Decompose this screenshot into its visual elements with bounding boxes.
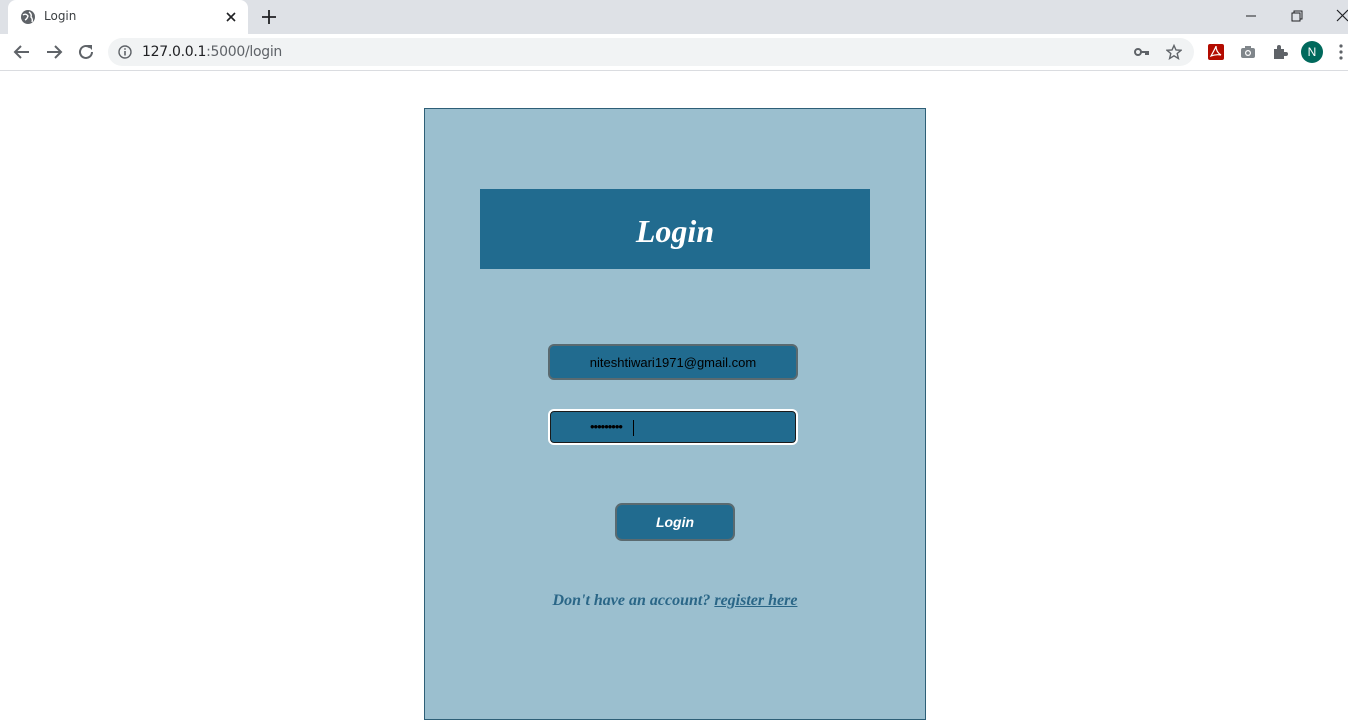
star-icon[interactable] (1166, 44, 1182, 60)
page-title: Login (635, 213, 715, 249)
key-icon[interactable] (1134, 45, 1150, 59)
email-field[interactable] (548, 344, 798, 380)
pdf-extension-icon[interactable] (1207, 43, 1225, 61)
reload-icon[interactable] (76, 42, 96, 62)
login-header: Login (480, 189, 870, 269)
plus-icon[interactable] (260, 8, 278, 26)
window-close-icon[interactable] (1332, 6, 1348, 26)
back-arrow-icon[interactable] (12, 42, 32, 62)
avatar[interactable]: N (1301, 41, 1323, 63)
text-caret (633, 420, 634, 436)
url-text: 127.0.0.1:5000/login (142, 44, 282, 60)
camera-extension-icon[interactable] (1239, 43, 1257, 61)
password-value: ••••••••• (590, 419, 623, 434)
browser-toolbar: 127.0.0.1:5000/login N (0, 34, 1348, 71)
register-link[interactable]: register here (714, 592, 797, 609)
address-bar[interactable]: 127.0.0.1:5000/login (108, 38, 1194, 66)
url-path: :5000/login (206, 44, 282, 60)
globe-icon (21, 10, 35, 24)
forward-arrow-icon[interactable] (44, 42, 64, 62)
puzzle-extensions-icon[interactable] (1271, 43, 1289, 61)
restore-icon[interactable] (1287, 6, 1307, 26)
kebab-menu-icon[interactable] (1338, 44, 1344, 60)
close-icon[interactable] (224, 10, 238, 24)
tab-strip: Login (0, 0, 1348, 34)
login-button[interactable]: Login (615, 503, 735, 541)
tab-title: Login (44, 9, 77, 23)
register-prompt-text: Don't have an account? (552, 592, 711, 609)
password-field[interactable]: ••••••••• (548, 409, 798, 445)
minimize-icon[interactable] (1241, 6, 1261, 26)
browser-tab[interactable]: Login (8, 0, 248, 34)
url-host: 127.0.0.1 (142, 44, 207, 60)
login-card: Login ••••••••• Login Don't have an acco… (424, 108, 926, 720)
info-icon[interactable] (118, 45, 132, 59)
register-prompt: Don't have an account? register here (425, 592, 925, 610)
